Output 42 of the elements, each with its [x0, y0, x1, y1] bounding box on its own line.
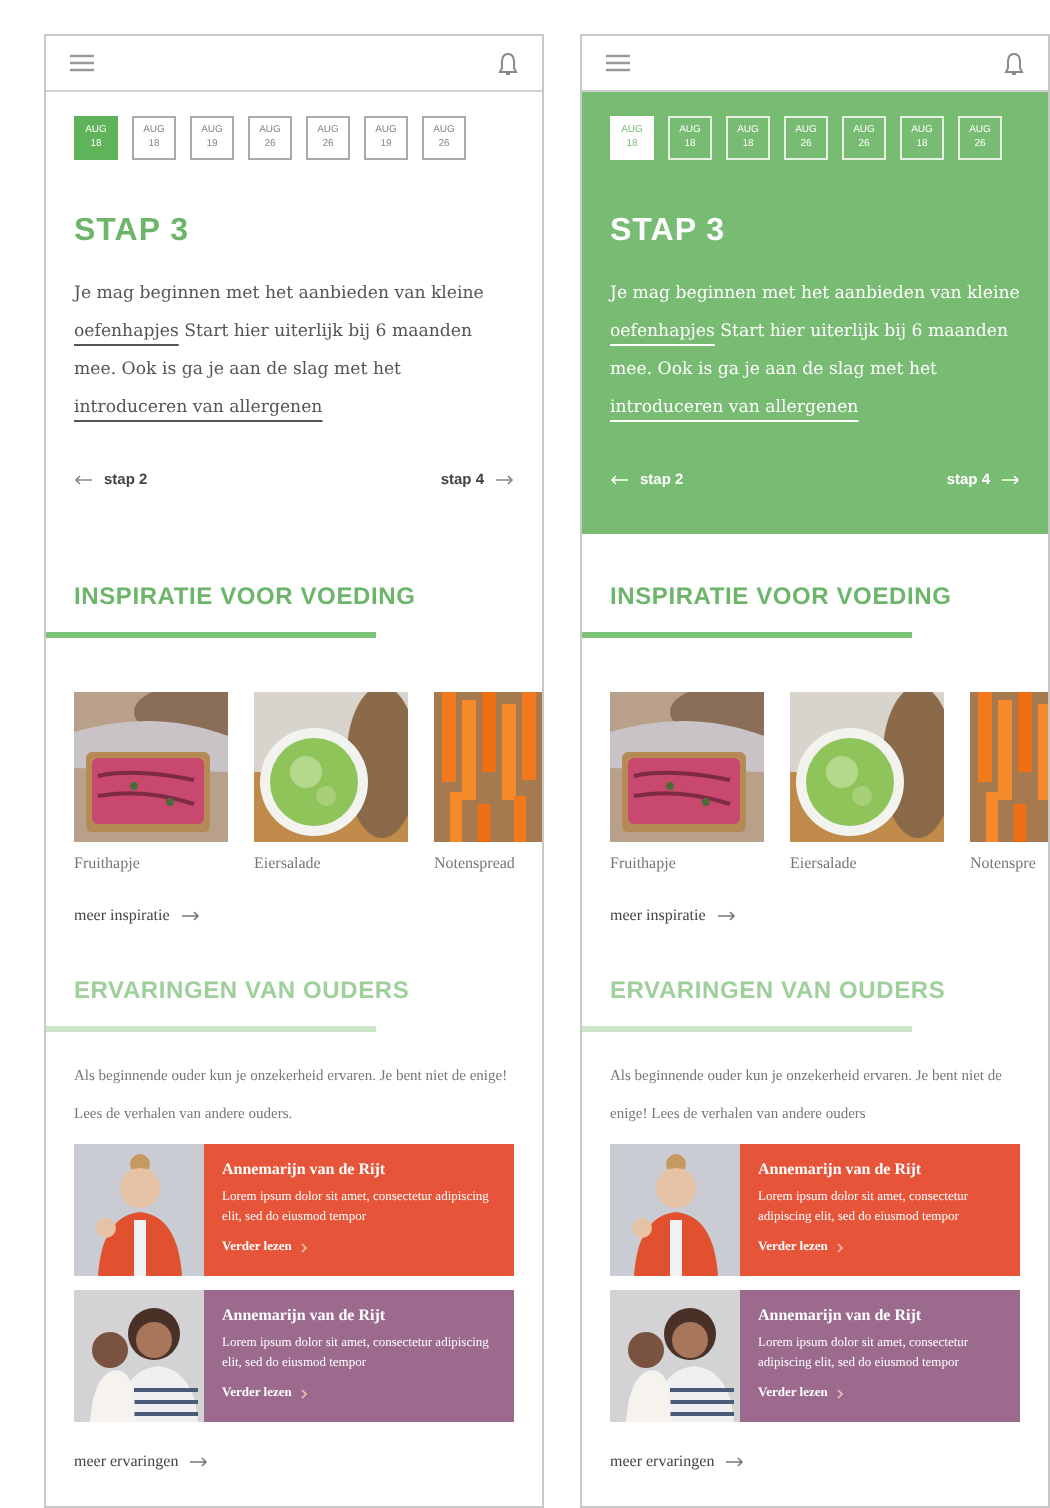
section-title: INSPIRATIE VOOR VOEDING: [72, 580, 418, 615]
chevron-right-icon: [299, 1388, 308, 1401]
arrow-right-icon: [717, 910, 736, 923]
arrow-right-icon: [496, 473, 514, 486]
section-title: ERVARINGEN VAN OUDERS: [608, 974, 948, 1009]
section-title: INSPIRATIE VOOR VOEDING: [608, 580, 954, 615]
recipe-label[interactable]: Eiersalade: [790, 852, 944, 877]
menu-icon: [70, 54, 94, 72]
arrow-right-icon: [1002, 473, 1020, 486]
step-title: STAP 3: [610, 212, 728, 252]
step-text: Je mag beginnen met het aanbieden van kleine oefenhapjes Start hier uiterlijk bij 6 maanden mee. Ook is ga je aan de slag met het introduceren van allergenen: [74, 282, 486, 422]
menu-icon: [606, 54, 630, 72]
step-title: STAP 3: [74, 212, 192, 252]
recipe-label[interactable]: Fruithapje: [610, 852, 764, 877]
text-link[interactable]: oefenhapjes: [74, 322, 179, 342]
arrow-left-icon: [610, 473, 628, 486]
more-experiences-link[interactable]: meer ervaringen: [74, 1450, 209, 1475]
recipe-label[interactable]: Eiersalade: [254, 852, 408, 877]
story-author: Annemarijn van de Rijt: [758, 1304, 924, 1329]
arrow-right-icon: [726, 1456, 745, 1469]
text-link[interactable]: introduceren van allergenen: [610, 398, 859, 418]
story-author: Annemarijn van de Rijt: [758, 1158, 924, 1183]
more-experiences-link[interactable]: meer ervaringen: [610, 1450, 745, 1475]
arrow-right-icon: [181, 910, 200, 923]
step-text: Je mag beginnen met het aanbieden van kleine oefenhapjes Start hier uiterlijk bij 6 maanden mee. Ook is ga je aan de slag met het introduceren van allergenen: [610, 282, 1020, 422]
recipe-label[interactable]: Notenspre: [970, 852, 1048, 877]
story-author: Annemarijn van de Rijt: [222, 1304, 388, 1329]
recipe-label[interactable]: Notenspread: [434, 852, 542, 877]
arrow-left-icon: [74, 473, 92, 486]
chevron-right-icon: [835, 1388, 844, 1401]
arrow-right-icon: [190, 1456, 209, 1469]
story-author: Annemarijn van de Rijt: [222, 1158, 388, 1183]
chevron-right-icon: [835, 1242, 844, 1255]
text-link[interactable]: oefenhapjes: [610, 322, 715, 342]
chevron-right-icon: [299, 1242, 308, 1255]
bell-icon: [1004, 51, 1024, 75]
section-title: ERVARINGEN VAN OUDERS: [72, 974, 412, 1009]
more-inspiration-link[interactable]: meer inspiratie: [610, 904, 736, 929]
bell-icon: [498, 51, 518, 75]
text-link[interactable]: introduceren van allergenen: [74, 398, 323, 418]
more-inspiration-link[interactable]: meer inspiratie: [74, 904, 200, 929]
recipe-label[interactable]: Fruithapje: [74, 852, 228, 877]
